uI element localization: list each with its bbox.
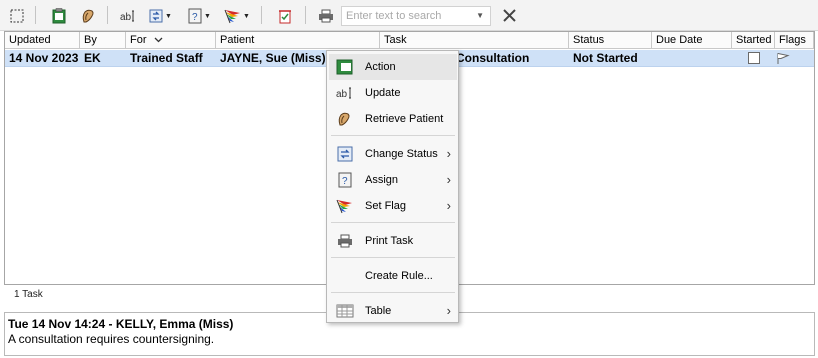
set-flag-button[interactable]: ▼	[223, 4, 251, 28]
action-icon	[336, 59, 353, 75]
menu-item-action[interactable]: Action	[329, 54, 457, 80]
context-menu: Action ab Update Retrieve Patient Change…	[326, 50, 459, 323]
select-all-button[interactable]	[6, 4, 28, 28]
menu-item-update[interactable]: ab Update	[329, 80, 457, 106]
column-label: Due Date	[656, 34, 703, 46]
column-header-updated[interactable]: Updated	[5, 32, 80, 49]
update-button[interactable]: ab	[117, 4, 139, 28]
menu-item-retrieve-patient[interactable]: Retrieve Patient	[329, 106, 457, 132]
clear-search-icon	[503, 9, 516, 22]
menu-separator	[331, 135, 455, 136]
menu-item-label: Table	[365, 305, 392, 317]
toolbar-separator	[261, 6, 262, 24]
retrieve-patient-icon	[82, 9, 94, 23]
toolbar: ab ▼ ? ▼ ▼ Enter text to search ▼	[0, 0, 818, 31]
action-button[interactable]	[47, 4, 71, 28]
retrieve-patient-icon	[338, 112, 350, 126]
menu-item-label: Create Rule...	[365, 270, 433, 282]
dropdown-arrow-icon: ▼	[165, 12, 172, 20]
assign-button[interactable]: ? ▼	[185, 4, 213, 28]
column-label: Patient	[220, 34, 255, 46]
menu-item-label: Change Status	[365, 148, 438, 160]
set-flag-icon	[224, 9, 241, 24]
cell-due-date	[652, 50, 732, 67]
menu-item-table[interactable]: Table ›	[329, 298, 457, 324]
column-header-flags[interactable]: Flags	[775, 32, 814, 49]
cell-status: Not Started	[573, 51, 638, 65]
column-label: For	[130, 34, 147, 46]
column-label: Flags	[779, 34, 806, 46]
submenu-arrow-icon: ›	[446, 172, 451, 187]
update-icon: ab	[120, 10, 134, 23]
menu-item-change-status[interactable]: Change Status ›	[329, 141, 457, 167]
menu-item-create-rule[interactable]: Create Rule...	[329, 263, 457, 289]
toolbar-separator	[107, 6, 108, 24]
select-all-icon	[10, 9, 24, 23]
change-status-icon	[337, 146, 353, 162]
menu-item-assign[interactable]: ? Assign ›	[329, 167, 457, 193]
column-label: Status	[573, 34, 605, 46]
retrieve-patient-button[interactable]	[76, 4, 100, 28]
column-header-status[interactable]: Status	[569, 32, 652, 49]
column-label: Updated	[9, 34, 51, 46]
action-icon	[52, 8, 66, 24]
submenu-arrow-icon: ›	[446, 198, 451, 213]
started-checkbox[interactable]	[748, 52, 760, 64]
cell-updated: 14 Nov 2023	[9, 51, 79, 65]
clear-search-button[interactable]	[500, 6, 520, 26]
svg-text:ab: ab	[336, 89, 348, 100]
cell-by: EK	[84, 51, 101, 65]
svg-text:?: ?	[342, 176, 348, 187]
dropdown-arrow-icon: ▼	[243, 12, 250, 20]
menu-item-label: Print Task	[365, 235, 414, 247]
menu-item-print-task[interactable]: Print Task	[329, 228, 457, 254]
menu-item-set-flag[interactable]: Set Flag ›	[329, 193, 457, 219]
column-label: Started	[736, 34, 772, 46]
menu-item-label: Retrieve Patient	[365, 113, 444, 125]
table-icon	[336, 304, 354, 318]
set-flag-icon	[336, 199, 352, 214]
column-header-task[interactable]: Task	[380, 32, 569, 49]
grid-header: Updated By For Patient Task Status Due D…	[5, 32, 814, 49]
menu-item-label: Update	[365, 87, 401, 99]
assign-icon: ?	[338, 172, 352, 188]
column-label: Task	[384, 34, 407, 46]
column-header-patient[interactable]: Patient	[216, 32, 380, 49]
print-button[interactable]	[314, 4, 338, 28]
delete-task-button[interactable]	[273, 4, 297, 28]
toolbar-separator	[305, 6, 306, 24]
menu-item-label: Action	[365, 61, 396, 73]
chevron-down-icon	[154, 37, 163, 43]
detail-body: A consultation requires countersigning.	[8, 332, 215, 346]
column-header-due-date[interactable]: Due Date	[652, 32, 732, 49]
print-icon	[338, 234, 352, 248]
change-status-button[interactable]: ▼	[146, 4, 174, 28]
submenu-arrow-icon: ›	[446, 303, 451, 318]
menu-separator	[331, 292, 455, 293]
print-icon	[319, 9, 333, 23]
menu-separator	[331, 222, 455, 223]
search-dropdown-icon[interactable]: ▼	[476, 7, 484, 25]
search-input[interactable]: Enter text to search ▼	[341, 6, 491, 26]
flag-outline-icon[interactable]	[777, 52, 790, 65]
change-status-icon	[149, 9, 163, 23]
svg-text:ab: ab	[120, 12, 132, 23]
menu-item-label: Assign	[365, 174, 399, 186]
column-header-for[interactable]: For	[126, 32, 216, 49]
search-placeholder: Enter text to search	[346, 10, 442, 22]
cell-for: Trained Staff	[130, 51, 203, 65]
svg-text:?: ?	[192, 12, 198, 23]
update-icon: ab	[336, 87, 351, 100]
column-label: By	[84, 34, 97, 46]
submenu-arrow-icon: ›	[446, 146, 451, 161]
toolbar-separator	[35, 6, 36, 24]
dropdown-arrow-icon: ▼	[204, 12, 211, 20]
column-header-started[interactable]: Started	[732, 32, 775, 49]
delete-task-icon	[279, 10, 291, 24]
menu-separator	[331, 257, 455, 258]
column-header-by[interactable]: By	[80, 32, 126, 49]
menu-item-label: Set Flag	[365, 200, 406, 212]
assign-icon: ?	[188, 8, 202, 24]
